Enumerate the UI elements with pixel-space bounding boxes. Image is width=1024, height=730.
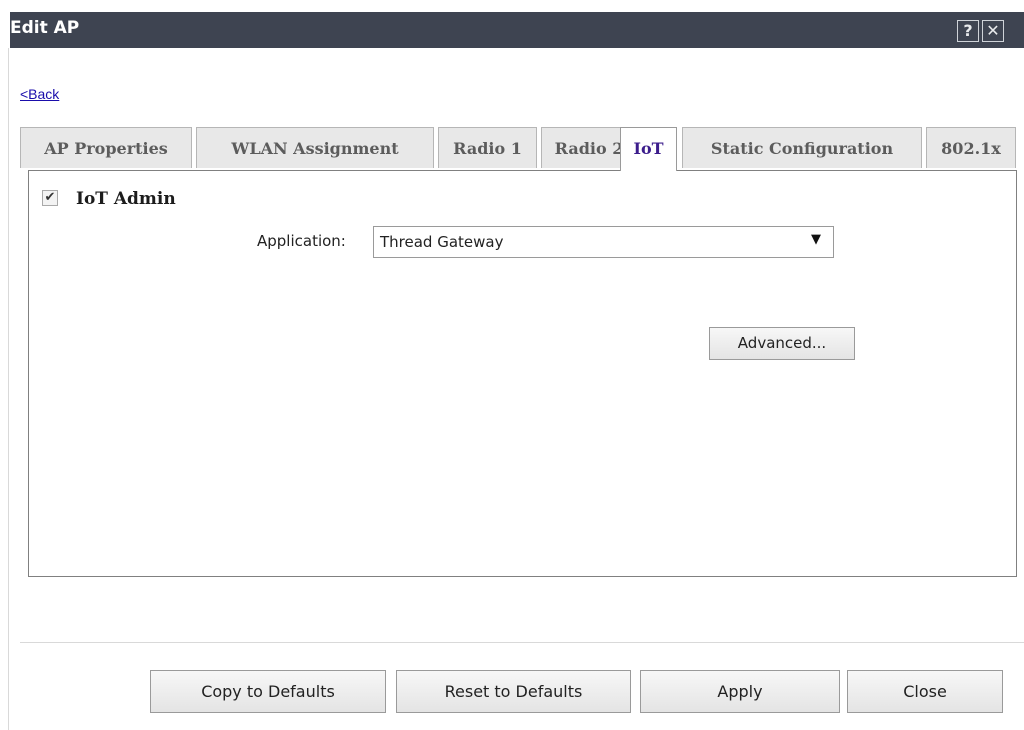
reset-to-defaults-button[interactable]: Reset to Defaults xyxy=(396,670,631,713)
tab-iot[interactable]: IoT xyxy=(620,127,677,171)
left-border-line xyxy=(8,48,9,730)
help-icon[interactable]: ? xyxy=(957,20,979,42)
footer-divider xyxy=(20,642,1024,643)
tab-ap-properties[interactable]: AP Properties xyxy=(20,127,192,168)
advanced-button[interactable]: Advanced... xyxy=(709,327,855,360)
application-select-value: Thread Gateway xyxy=(380,233,504,251)
iot-admin-label: IoT Admin xyxy=(76,189,176,209)
dialog-title: Edit AP xyxy=(10,18,80,38)
tab-radio-1[interactable]: Radio 1 xyxy=(438,127,537,168)
tab-802-1x[interactable]: 802.1x xyxy=(926,127,1016,168)
close-button[interactable]: Close xyxy=(847,670,1003,713)
apply-button[interactable]: Apply xyxy=(640,670,840,713)
copy-to-defaults-button[interactable]: Copy to Defaults xyxy=(150,670,386,713)
application-select[interactable]: Thread Gateway ▼ xyxy=(373,226,834,258)
dialog-titlebar: Edit AP ? ✕ xyxy=(10,12,1024,48)
triangle-down-icon: ▼ xyxy=(811,232,821,247)
back-link[interactable]: <Back xyxy=(20,86,59,102)
tab-wlan-assignment[interactable]: WLAN Assignment xyxy=(196,127,434,168)
iot-admin-checkbox[interactable]: ✔ xyxy=(42,190,58,206)
close-icon[interactable]: ✕ xyxy=(982,20,1004,42)
application-label: Application: xyxy=(257,232,346,250)
tab-static-configuration[interactable]: Static Configuration xyxy=(682,127,922,168)
checkmark-icon: ✔ xyxy=(44,190,56,205)
